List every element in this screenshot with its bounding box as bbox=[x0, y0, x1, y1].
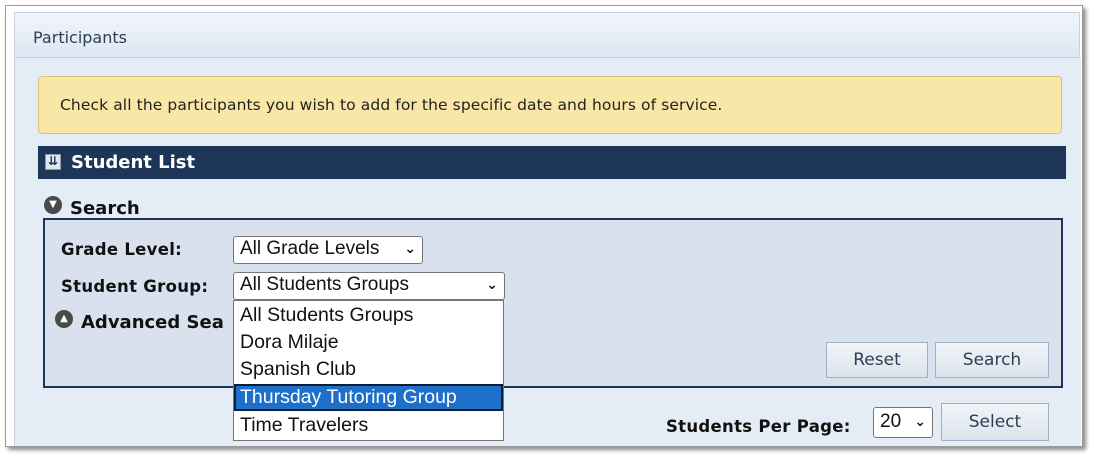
search-title: Search bbox=[70, 198, 140, 219]
chevron-up-circle-icon[interactable]: ▲ bbox=[55, 310, 73, 328]
participants-window: Participants Check all the participants … bbox=[5, 5, 1083, 447]
dropdown-option-highlighted[interactable]: Thursday Tutoring Group bbox=[234, 384, 503, 411]
student-group-select[interactable]: All Students Groups ⌄ bbox=[233, 272, 505, 300]
search-panel: Grade Level: All Grade Levels ⌄ Student … bbox=[43, 218, 1063, 388]
chevron-down-icon: ⌄ bbox=[404, 240, 416, 256]
dropdown-option[interactable]: Time Travelers bbox=[234, 412, 503, 439]
collapse-icon[interactable]: ⇊ bbox=[45, 154, 61, 170]
grade-level-select[interactable]: All Grade Levels ⌄ bbox=[233, 236, 423, 264]
advanced-search-title: Advanced Sea bbox=[81, 312, 224, 333]
dropdown-option[interactable]: Spanish Club bbox=[234, 356, 503, 383]
student-list-header[interactable]: ⇊ Student List bbox=[38, 146, 1066, 179]
reset-button[interactable]: Reset bbox=[826, 342, 928, 378]
grade-level-value: All Grade Levels bbox=[240, 238, 380, 259]
grade-level-label: Grade Level: bbox=[61, 240, 183, 259]
students-per-page-label: Students Per Page: bbox=[666, 417, 851, 436]
dropdown-option[interactable]: All Students Groups bbox=[234, 302, 503, 329]
chevron-down-icon: ⌄ bbox=[486, 276, 498, 292]
student-group-value: All Students Groups bbox=[240, 274, 409, 295]
panel-title: Participants bbox=[33, 28, 127, 47]
notice-text: Check all the participants you wish to a… bbox=[60, 96, 723, 114]
student-group-label: Student Group: bbox=[61, 277, 209, 296]
student-list-title: Student List bbox=[71, 152, 196, 173]
chevron-down-circle-icon[interactable]: ▼ bbox=[44, 196, 62, 214]
notice-banner: Check all the participants you wish to a… bbox=[38, 76, 1062, 134]
students-per-page-value: 20 bbox=[880, 411, 902, 432]
panel-header: Participants bbox=[14, 12, 1080, 58]
students-per-page-select[interactable]: 20 ⌄ bbox=[873, 407, 933, 438]
chevron-down-icon: ⌄ bbox=[914, 413, 926, 429]
dropdown-option[interactable]: Dora Milaje bbox=[234, 329, 503, 356]
search-button[interactable]: Search bbox=[935, 342, 1049, 378]
student-group-dropdown-list[interactable]: All Students Groups Dora Milaje Spanish … bbox=[233, 300, 504, 441]
select-button[interactable]: Select bbox=[941, 403, 1049, 441]
